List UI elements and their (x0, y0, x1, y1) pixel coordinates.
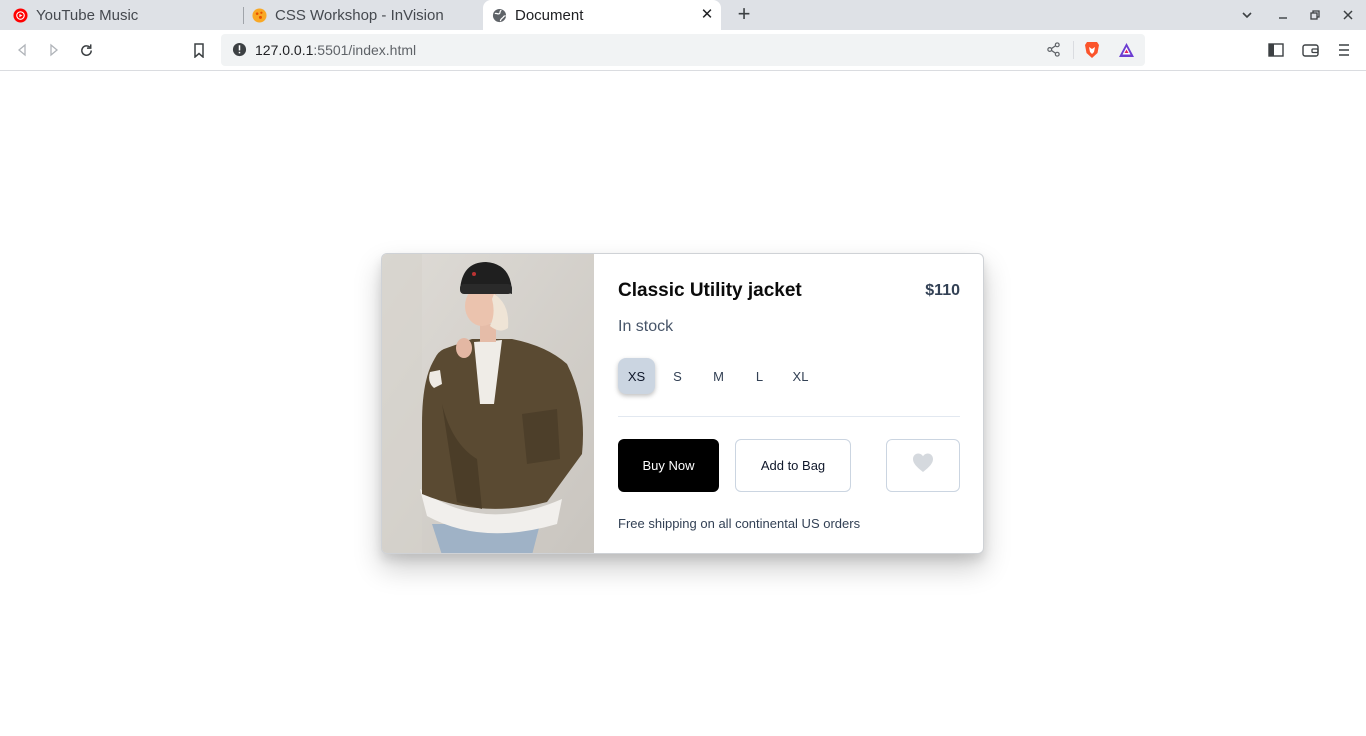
tab-separator (243, 7, 244, 24)
add-to-bag-button[interactable]: Add to Bag (735, 439, 851, 492)
forward-icon[interactable] (44, 40, 64, 60)
tab-title: CSS Workshop - InVision (275, 6, 444, 24)
product-photo (382, 254, 594, 553)
minimize-icon[interactable] (1273, 5, 1293, 25)
heart-icon (911, 452, 935, 479)
tab-document[interactable]: Document ✕ (483, 0, 721, 30)
tab-title: Document (515, 6, 584, 24)
chevron-down-icon[interactable] (1237, 5, 1257, 25)
back-icon[interactable] (12, 40, 32, 60)
buy-now-button[interactable]: Buy Now (618, 439, 719, 492)
wallet-icon[interactable] (1300, 40, 1320, 60)
size-selector: XS S M L XL (618, 358, 819, 394)
new-tab-button[interactable]: + (733, 3, 755, 26)
url-path: :5501/index.html (313, 42, 417, 58)
product-price: $110 (925, 282, 960, 299)
tab-title: YouTube Music (36, 6, 139, 24)
bookmark-icon[interactable] (189, 40, 209, 60)
sidebar-icon[interactable] (1266, 40, 1286, 60)
size-option-m[interactable]: M (700, 358, 737, 394)
site-info-icon[interactable] (232, 42, 247, 62)
globe-icon (491, 7, 507, 23)
reload-icon[interactable] (76, 40, 96, 60)
stock-status: In stock (618, 318, 674, 335)
size-option-xl[interactable]: XL (782, 358, 819, 394)
size-option-xs[interactable]: XS (618, 358, 655, 394)
invision-icon (251, 7, 267, 23)
url-text: 127.0.0.1:5501/index.html (255, 42, 416, 58)
youtube-music-icon (12, 7, 28, 23)
tab-css-workshop[interactable]: CSS Workshop - InVision (251, 0, 481, 30)
product-title: Classic Utility jacket (618, 280, 802, 301)
close-tab-icon[interactable]: ✕ (699, 7, 715, 23)
product-info: Classic Utility jacket $110 In stock XS … (618, 254, 960, 553)
size-option-l[interactable]: L (741, 358, 778, 394)
tab-youtube-music[interactable]: YouTube Music (12, 0, 242, 30)
size-option-s[interactable]: S (659, 358, 696, 394)
favorite-button[interactable] (886, 439, 960, 492)
brave-shields-icon[interactable] (1084, 41, 1100, 64)
address-bar[interactable]: 127.0.0.1:5501/index.html (221, 34, 1145, 66)
shipping-note: Free shipping on all continental US orde… (618, 516, 861, 531)
brave-rewards-icon[interactable] (1118, 42, 1135, 63)
share-icon[interactable] (1046, 42, 1061, 62)
tab-strip: YouTube Music CSS Workshop - InVision Do… (0, 0, 1366, 30)
browser-toolbar: 127.0.0.1:5501/index.html (0, 30, 1366, 71)
product-card: Classic Utility jacket $110 In stock XS … (381, 253, 984, 554)
omnibox-divider (1073, 41, 1074, 59)
url-host: 127.0.0.1 (255, 42, 314, 58)
restore-icon[interactable] (1305, 5, 1325, 25)
divider (618, 416, 960, 417)
close-window-icon[interactable] (1338, 5, 1358, 25)
menu-icon[interactable] (1334, 40, 1354, 60)
